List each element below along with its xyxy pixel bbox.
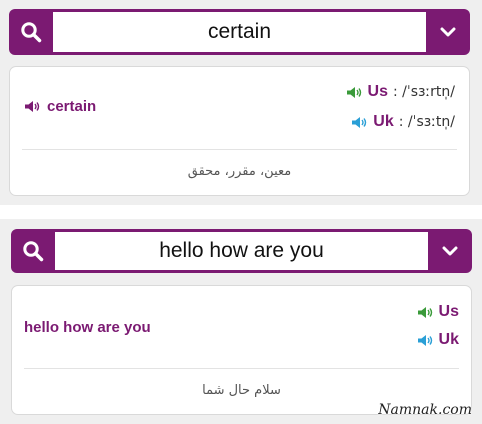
search-bar bbox=[9, 9, 470, 55]
search-icon bbox=[23, 241, 44, 262]
word-pronounce-button[interactable]: certain bbox=[24, 98, 96, 115]
word-text: certain bbox=[47, 98, 97, 115]
dropdown-button[interactable] bbox=[426, 9, 470, 55]
speaker-icon bbox=[417, 306, 432, 318]
search-icon bbox=[21, 22, 42, 43]
word-text-container: hello how are you bbox=[24, 319, 151, 336]
speaker-icon bbox=[417, 334, 432, 346]
uk-label: Uk bbox=[438, 331, 459, 348]
uk-pronounce-button[interactable]: Uk : /ˈsɜːtn̩/ bbox=[351, 113, 455, 131]
result-card: hello how are you Us Uk سلام حال شما bbox=[11, 285, 472, 415]
uk-ipa: : /ˈsɜːtn̩/ bbox=[398, 114, 455, 130]
search-button[interactable] bbox=[11, 229, 55, 273]
us-pronounce-button[interactable]: Us : /ˈsɜːrtn̩/ bbox=[346, 83, 455, 101]
divider bbox=[22, 149, 457, 150]
chevron-down-icon bbox=[440, 27, 456, 37]
speaker-icon bbox=[25, 101, 40, 112]
watermark: Namnak.com bbox=[378, 402, 472, 418]
result-card: certain Us : /ˈsɜːrtn̩/ Uk : /ˈsɜːtn̩/ م… bbox=[9, 66, 470, 196]
translation-text: سلام حال شما bbox=[202, 383, 281, 398]
search-button[interactable] bbox=[9, 9, 53, 55]
search-bar bbox=[11, 229, 472, 273]
us-label: Us bbox=[438, 303, 459, 320]
translation-panel-2: hello how are you Us Uk سلام حال شما Nam… bbox=[0, 219, 482, 424]
us-label: Us bbox=[367, 83, 388, 100]
word-text: hello how are you bbox=[24, 319, 151, 336]
uk-pronounce-button[interactable]: Uk bbox=[417, 331, 459, 349]
search-input[interactable] bbox=[53, 12, 426, 52]
divider bbox=[24, 368, 459, 369]
us-pronounce-button[interactable]: Us bbox=[417, 303, 459, 321]
speaker-icon bbox=[352, 116, 367, 128]
search-input[interactable] bbox=[55, 232, 428, 270]
speaker-icon bbox=[346, 86, 361, 98]
translation-panel-1: certain Us : /ˈsɜːrtn̩/ Uk : /ˈsɜːtn̩/ م… bbox=[0, 0, 482, 205]
us-ipa: : /ˈsɜːrtn̩/ bbox=[392, 84, 455, 100]
panel-separator bbox=[0, 205, 482, 219]
translation-text: معین، مقرر، محقق bbox=[187, 164, 292, 179]
dropdown-button[interactable] bbox=[428, 229, 472, 273]
uk-label: Uk bbox=[373, 113, 394, 130]
chevron-down-icon bbox=[442, 246, 458, 256]
